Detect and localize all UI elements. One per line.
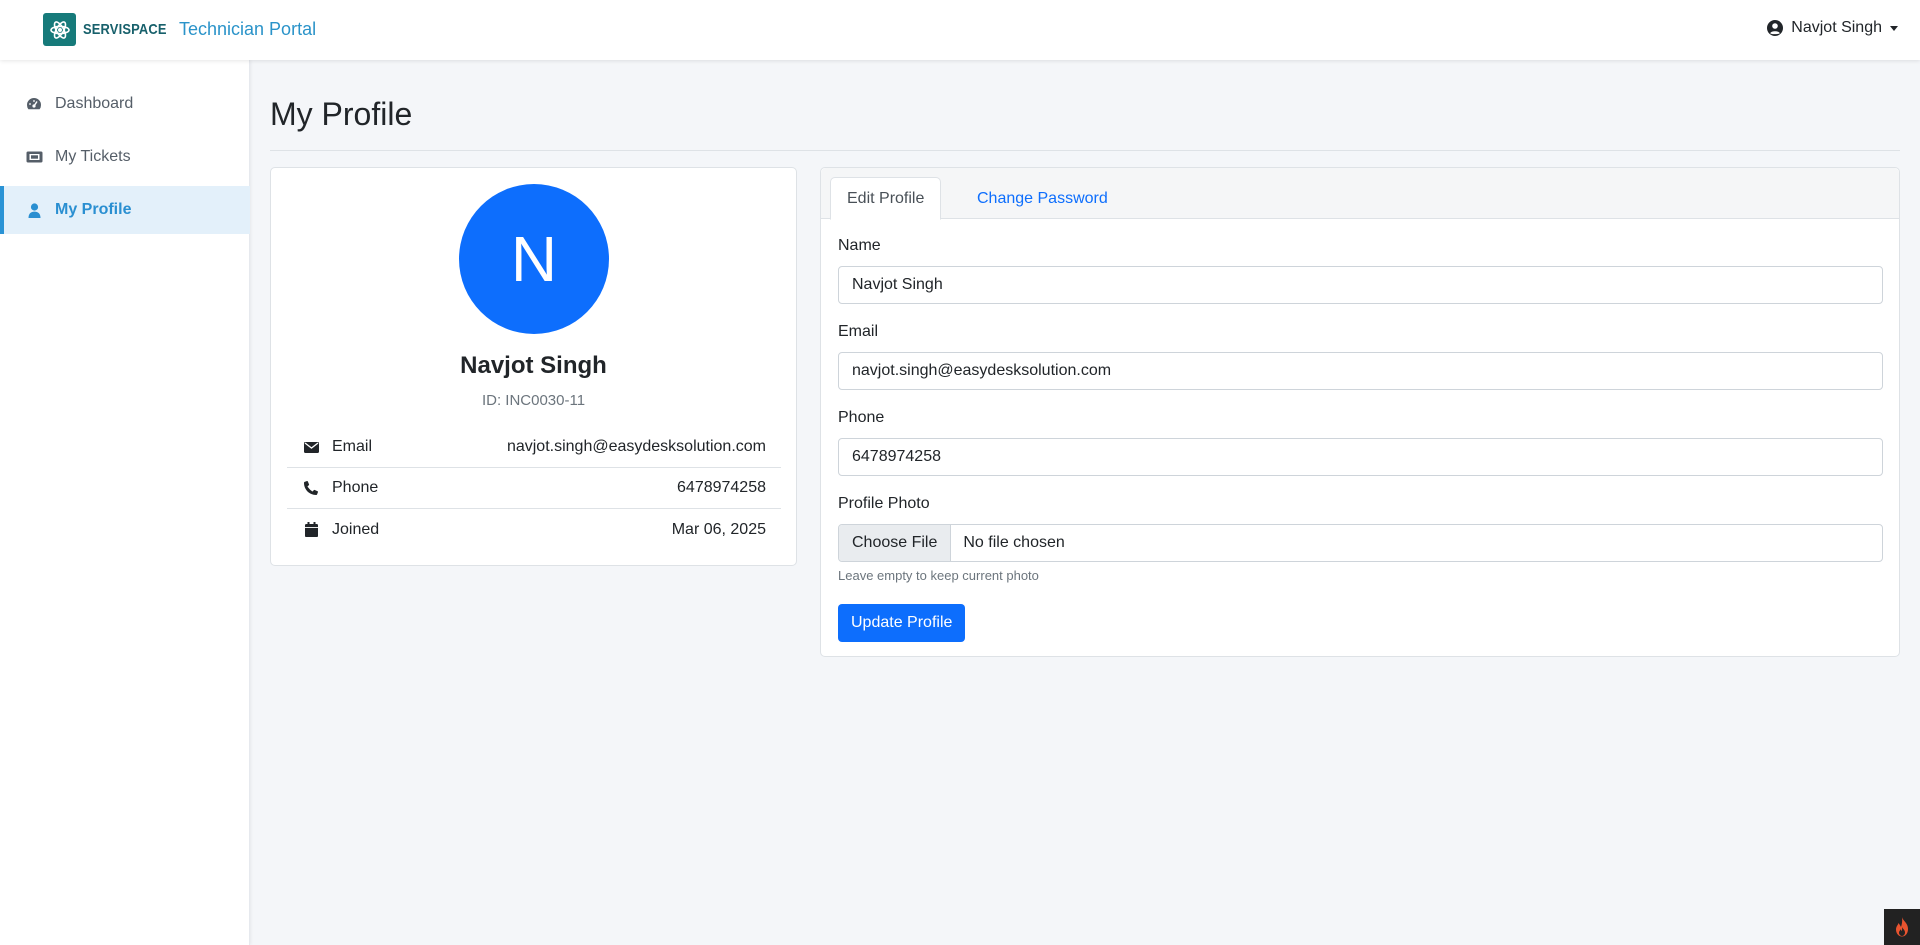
name-field[interactable]: Navjot Singh (838, 266, 1883, 304)
tab-edit-profile[interactable]: Edit Profile (830, 177, 942, 220)
info-value: Mar 06, 2025 (671, 520, 766, 538)
phone-icon (302, 481, 320, 495)
profile-summary-card: N Navjot Singh ID: INC0030-11 Email navj… (270, 167, 797, 566)
profile-photo-label: Profile Photo (838, 495, 930, 512)
logo-mark-icon (43, 13, 76, 46)
info-value: 6478974258 (677, 479, 766, 496)
logo-text: SERVISPACE (83, 21, 167, 38)
update-profile-button[interactable]: Update Profile (838, 604, 966, 642)
choose-file-button[interactable]: Choose File (839, 525, 952, 561)
user-name: Navjot Singh (1791, 19, 1882, 36)
profile-id: ID: INC0030-11 (481, 392, 586, 409)
sidebar-item-dashboard[interactable]: Dashboard (0, 80, 250, 128)
info-label: Joined (332, 520, 380, 538)
user-circle-icon (1767, 20, 1784, 36)
email-label: Email (838, 323, 879, 340)
chevron-down-icon (1890, 25, 1898, 31)
email-field[interactable]: navjot.singh@easydesksolution.com (838, 352, 1883, 390)
user-icon (25, 202, 43, 218)
sidebar-item-my-profile[interactable]: My Profile (0, 186, 250, 234)
info-label: Phone (332, 479, 379, 496)
profile-name: Navjot Singh (460, 352, 607, 379)
profile-tabs: Edit Profile Change Password (821, 168, 1899, 220)
avatar: N (459, 184, 609, 334)
sidebar-item-label: My Tickets (55, 148, 131, 165)
ticket-icon (25, 151, 43, 163)
sidebar-item-my-tickets[interactable]: My Tickets (0, 133, 250, 181)
info-value: navjot.singh@easydesksolution.com (506, 438, 766, 455)
tab-change-password[interactable]: Change Password (961, 177, 1124, 220)
file-status-text: No file chosen (963, 534, 1065, 551)
page-title: My Profile (270, 96, 413, 132)
portal-title[interactable]: Technician Portal (179, 19, 316, 40)
sidebar-item-label: Dashboard (55, 95, 134, 112)
calendar-icon (302, 522, 320, 537)
info-row-joined: Joined Mar 06, 2025 (287, 509, 781, 550)
name-label: Name (838, 237, 881, 254)
user-menu-dropdown[interactable]: Navjot Singh (1767, 19, 1898, 37)
photo-help-text: Leave empty to keep current photo (838, 568, 1039, 583)
title-divider (270, 150, 1900, 151)
info-label: Email (332, 438, 373, 455)
sidebar: Dashboard My Tickets My Profile (0, 60, 250, 945)
edit-profile-card: Edit Profile Change Password Name Navjot… (820, 167, 1900, 657)
top-navbar: SERVISPACE Technician Portal Navjot Sing… (0, 0, 1920, 60)
envelope-icon (302, 441, 320, 453)
info-row-email: Email navjot.singh@easydesksolution.com (287, 427, 781, 468)
phone-field[interactable]: 6478974258 (838, 438, 1883, 476)
info-row-phone: Phone 6478974258 (287, 468, 781, 509)
profile-photo-file-input[interactable]: Choose File No file chosen (838, 524, 1883, 562)
sidebar-item-label: My Profile (55, 201, 132, 218)
phone-label: Phone (838, 409, 885, 426)
tachometer-icon (25, 97, 43, 111)
brand-logo[interactable]: SERVISPACE (43, 13, 180, 46)
flame-icon[interactable] (1884, 909, 1920, 945)
